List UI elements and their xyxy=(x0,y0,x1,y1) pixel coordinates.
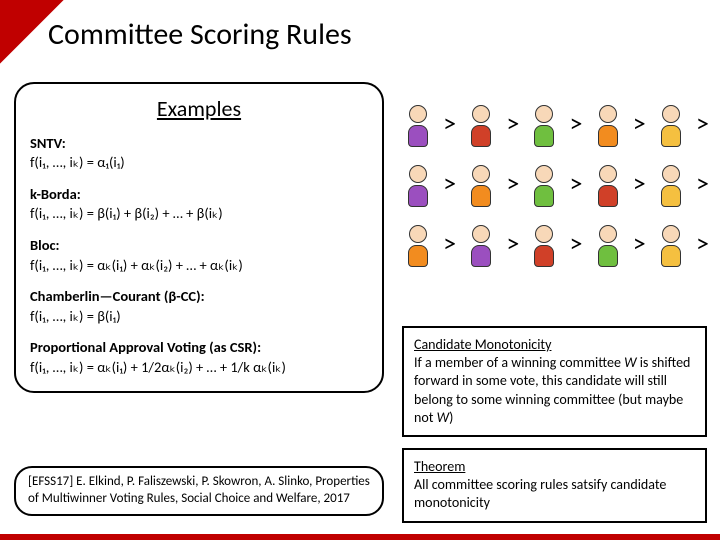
mono-text: If a member of a winning committee W is … xyxy=(414,354,690,426)
mono-title: Candidate Monotonicity xyxy=(414,336,551,353)
bloc-block: Bloc: f(i₁, …, iₖ) = αₖ(i₁) + αₖ(i₂) + …… xyxy=(30,236,368,275)
pref-row: > > > > > xyxy=(402,216,710,270)
sntv-label: SNTV: xyxy=(30,134,66,152)
greater-than-icon: > xyxy=(632,167,647,199)
candidate-icon xyxy=(402,99,434,147)
sntv-formula: f(i₁, …, iₖ) = α₁(i₁) xyxy=(30,153,125,171)
candidate-icon xyxy=(528,219,560,267)
candidate-icon xyxy=(655,99,687,147)
preference-profile: > > > > > > > > > > > > > > > xyxy=(402,96,710,276)
cc-formula: f(i₁, …, iₖ) = β(i₁) xyxy=(30,307,121,325)
bloc-label: Bloc: xyxy=(30,236,60,254)
examples-box: Examples SNTV: f(i₁, …, iₖ) = α₁(i₁) k-B… xyxy=(14,82,384,393)
candidate-icon xyxy=(592,219,624,267)
greater-than-icon: > xyxy=(695,167,710,199)
thm-text: All committee scoring rules satsify cand… xyxy=(414,476,666,511)
candidate-icon xyxy=(402,219,434,267)
candidate-icon xyxy=(592,159,624,207)
greater-than-icon: > xyxy=(505,107,520,139)
greater-than-icon: > xyxy=(505,167,520,199)
candidate-icon xyxy=(528,99,560,147)
footer-accent xyxy=(0,534,720,540)
kborda-formula: f(i₁, …, iₖ) = β(i₁) + β(i₂) + … + β(iₖ) xyxy=(30,204,223,222)
pav-label: Proportional Approval Voting (as CSR): xyxy=(30,338,261,356)
greater-than-icon: > xyxy=(442,227,457,259)
candidate-icon xyxy=(465,99,497,147)
greater-than-icon: > xyxy=(632,227,647,259)
cc-block: Chamberlin—Courant (β-CC): f(i₁, …, iₖ) … xyxy=(30,287,368,326)
candidate-icon xyxy=(655,219,687,267)
candidate-icon xyxy=(592,99,624,147)
greater-than-icon: > xyxy=(695,107,710,139)
pav-block: Proportional Approval Voting (as CSR): f… xyxy=(30,338,368,377)
monotonicity-box: Candidate Monotonicity If a member of a … xyxy=(402,326,707,437)
examples-heading: Examples xyxy=(30,94,368,124)
page-title: Committee Scoring Rules xyxy=(48,16,352,53)
cc-label: Chamberlin—Courant (β-CC): xyxy=(30,287,205,305)
greater-than-icon: > xyxy=(569,107,584,139)
candidate-icon xyxy=(402,159,434,207)
greater-than-icon: > xyxy=(569,167,584,199)
kborda-label: k-Borda: xyxy=(30,185,81,203)
greater-than-icon: > xyxy=(505,227,520,259)
greater-than-icon: > xyxy=(632,107,647,139)
greater-than-icon: > xyxy=(442,107,457,139)
pref-row: > > > > > xyxy=(402,96,710,150)
kborda-block: k-Borda: f(i₁, …, iₖ) = β(i₁) + β(i₂) + … xyxy=(30,185,368,224)
candidate-icon xyxy=(465,219,497,267)
greater-than-icon: > xyxy=(442,167,457,199)
theorem-box: Theorem All committee scoring rules sats… xyxy=(402,448,707,523)
sntv-block: SNTV: f(i₁, …, iₖ) = α₁(i₁) xyxy=(30,134,368,173)
greater-than-icon: > xyxy=(695,227,710,259)
candidate-icon xyxy=(655,159,687,207)
pav-formula: f(i₁, …, iₖ) = αₖ(i₁) + 1/2αₖ(i₂) + … + … xyxy=(30,358,286,376)
pref-row: > > > > > xyxy=(402,156,710,210)
thm-title: Theorem xyxy=(414,458,465,475)
bloc-formula: f(i₁, …, iₖ) = αₖ(i₁) + αₖ(i₂) + … + αₖ(… xyxy=(30,256,243,274)
reference-text: [EFSS17] E. Elkind, P. Faliszewski, P. S… xyxy=(28,474,370,506)
greater-than-icon: > xyxy=(569,227,584,259)
candidate-icon xyxy=(528,159,560,207)
reference-box: [EFSS17] E. Elkind, P. Faliszewski, P. S… xyxy=(14,466,384,516)
candidate-icon xyxy=(465,159,497,207)
